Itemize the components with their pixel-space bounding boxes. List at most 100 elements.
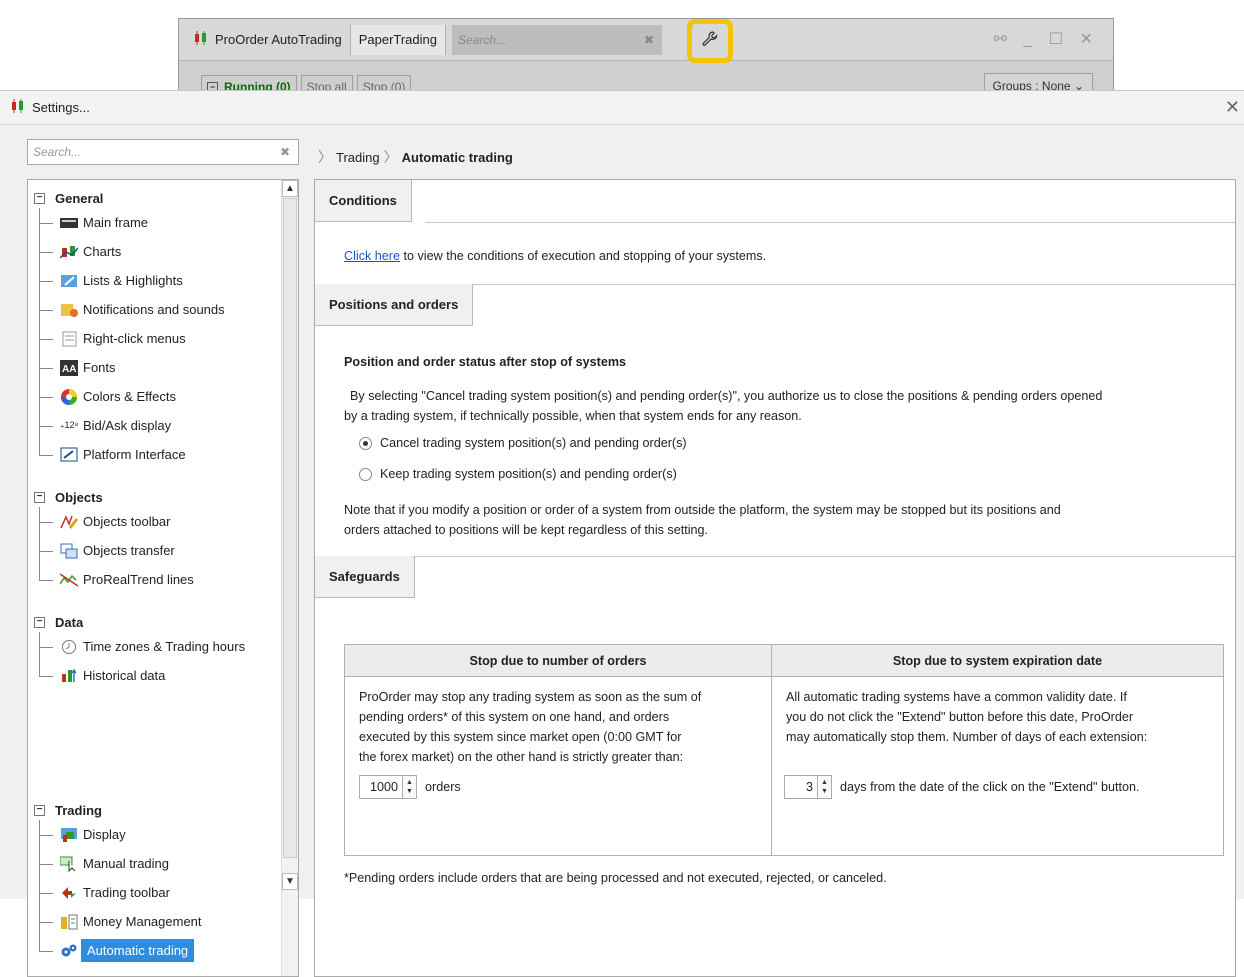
chevron-right-icon: 〉 xyxy=(318,149,332,165)
collapse-icon[interactable]: − xyxy=(34,192,45,204)
positions-heading: Position and order status after stop of … xyxy=(344,355,627,369)
item-label: Historical data xyxy=(83,668,166,683)
sidebar-item-colors[interactable]: Colors & Effects xyxy=(34,382,225,411)
click-here-link[interactable]: Click here xyxy=(344,249,400,263)
sidebar-item-money-management[interactable]: Money Management xyxy=(34,907,202,936)
item-label: Right-click menus xyxy=(83,331,186,346)
platform-icon xyxy=(60,447,78,463)
sidebar-item-right-click[interactable]: Right-click menus xyxy=(34,324,225,353)
historical-data-icon xyxy=(60,668,78,684)
collapse-icon[interactable]: − xyxy=(34,616,45,628)
sidebar-item-bidask[interactable]: ₊12⁸ Bid/Ask display xyxy=(34,411,225,440)
sidebar-item-platform[interactable]: Platform Interface xyxy=(34,440,225,469)
stepper-arrows-icon[interactable]: ▲ ▼ xyxy=(818,775,832,799)
section-positions-tab: Positions and orders xyxy=(315,284,474,326)
candlestick-icon xyxy=(193,31,209,48)
stepper-unit: orders xyxy=(425,780,461,794)
radio-cancel-positions[interactable]: Cancel trading system position(s) and pe… xyxy=(359,436,687,450)
scroll-down-icon[interactable]: ▼ xyxy=(282,873,298,890)
item-label: Objects transfer xyxy=(83,543,175,558)
settings-title: Settings... xyxy=(32,100,90,115)
item-label: Charts xyxy=(83,244,122,259)
radio-button-unchecked[interactable] xyxy=(359,467,372,481)
item-label: Colors & Effects xyxy=(83,389,176,404)
divider xyxy=(425,222,1235,223)
tree-group-title[interactable]: − Objects xyxy=(34,487,194,507)
close-icon[interactable]: ✕ xyxy=(1225,97,1240,118)
divider xyxy=(315,556,1235,557)
safeguard-expiration-column: Stop due to system expiration date All a… xyxy=(772,645,1223,855)
window-controls[interactable]: ⚯ _ ☐ ✕ xyxy=(994,29,1099,49)
bell-icon xyxy=(60,302,78,318)
item-label: Fonts xyxy=(83,360,116,375)
scroll-up-icon[interactable]: ▲ xyxy=(282,180,298,197)
clear-icon[interactable]: ✖ xyxy=(280,145,290,159)
radio-label: Cancel trading system position(s) and pe… xyxy=(380,436,687,450)
tab-papertrading[interactable]: PaperTrading xyxy=(350,24,446,55)
days-stepper[interactable]: 3 ▲ ▼ days from the date of the click on … xyxy=(784,775,1139,799)
tree-group-title[interactable]: − General xyxy=(34,188,225,208)
item-label: ProRealTrend lines xyxy=(83,572,194,587)
scroll-thumb[interactable] xyxy=(283,198,297,858)
proorder-search-input[interactable]: Search... ✖ xyxy=(452,24,662,55)
orders-value-field[interactable]: 1000 xyxy=(359,775,403,799)
color-wheel-icon xyxy=(60,388,78,405)
clock-icon xyxy=(60,639,78,655)
sidebar-item-objects-toolbar[interactable]: Objects toolbar xyxy=(34,507,194,536)
settings-search-input[interactable]: Search... ✖ xyxy=(27,139,299,165)
chevron-right-icon: 〉 xyxy=(383,149,398,165)
stepper-arrows-icon[interactable]: ▲ ▼ xyxy=(403,775,417,799)
radio-keep-positions[interactable]: Keep trading system position(s) and pend… xyxy=(359,467,677,481)
item-label: Automatic trading xyxy=(81,939,195,962)
clear-icon[interactable]: ✖ xyxy=(644,33,654,47)
tab-proorder-autotrading[interactable]: ProOrder AutoTrading xyxy=(185,24,351,55)
sidebar-item-timezones[interactable]: Time zones & Trading hours xyxy=(34,632,245,661)
radio-button-checked[interactable] xyxy=(359,436,372,450)
sidebar-item-fonts[interactable]: AA Fonts xyxy=(34,353,225,382)
trendline-icon xyxy=(60,572,78,588)
orders-stepper[interactable]: 1000 ▲ ▼ orders xyxy=(359,775,461,799)
breadcrumb: 〉 Trading 〉 Automatic trading xyxy=(314,147,513,167)
tree-group-trading: − Trading Display Manual trading Trading … xyxy=(34,800,202,965)
text-line: pending orders* of this system on one ha… xyxy=(359,710,670,724)
tree-group-title[interactable]: − Trading xyxy=(34,800,202,820)
sidebar-item-trading-toolbar[interactable]: Trading toolbar xyxy=(34,878,202,907)
proorder-titlebar: ProOrder AutoTrading PaperTrading Search… xyxy=(179,19,1113,61)
sidebar-item-historical[interactable]: Historical data xyxy=(34,661,245,690)
sidebar-item-prorealtrend[interactable]: ProRealTrend lines xyxy=(34,565,194,594)
section-conditions-tab: Conditions xyxy=(315,180,412,222)
sidebar-item-notifications[interactable]: Notifications and sounds xyxy=(34,295,225,324)
breadcrumb-trading[interactable]: Trading xyxy=(336,150,380,165)
days-value-field[interactable]: 3 xyxy=(784,775,818,799)
group-label: General xyxy=(55,190,104,206)
column-text: All automatic trading systems have a com… xyxy=(786,687,1211,747)
settings-titlebar: Settings... ✕ xyxy=(0,91,1244,125)
collapse-icon[interactable]: − xyxy=(34,491,45,503)
sidebar-item-main-frame[interactable]: Main frame xyxy=(34,208,225,237)
svg-text:AA: AA xyxy=(62,364,76,375)
tree-group-title[interactable]: − Data xyxy=(34,612,245,632)
positions-paragraph-1: By selecting "Cancel trading system posi… xyxy=(350,389,1103,403)
collapse-icon[interactable]: − xyxy=(34,804,45,816)
sidebar-item-charts[interactable]: Charts xyxy=(34,237,225,266)
sidebar-item-objects-transfer[interactable]: Objects transfer xyxy=(34,536,194,565)
text-line: the forex market) on the other hand is s… xyxy=(359,750,684,764)
sidebar-item-automatic-trading[interactable]: Automatic trading xyxy=(34,936,202,965)
sidebar-item-manual-trading[interactable]: Manual trading xyxy=(34,849,202,878)
tree-scrollbar[interactable]: ▲ ▼ xyxy=(281,180,298,976)
column-text: ProOrder may stop any trading system as … xyxy=(359,687,759,767)
list-icon xyxy=(60,273,78,289)
conditions-description: to view the conditions of execution and … xyxy=(400,249,767,263)
monitor-icon xyxy=(60,215,78,231)
text-line: may automatically stop them. Number of d… xyxy=(786,730,1148,744)
item-label: Display xyxy=(83,827,126,842)
sidebar-item-display[interactable]: Display xyxy=(34,820,202,849)
tab-label: ProOrder AutoTrading xyxy=(215,32,342,47)
settings-wrench-button[interactable] xyxy=(687,19,733,63)
sidebar-item-lists[interactable]: Lists & Highlights xyxy=(34,266,225,295)
section-safeguards-tab: Safeguards xyxy=(315,556,415,598)
gears-icon xyxy=(60,943,78,959)
section-title: Positions and orders xyxy=(329,297,459,312)
item-label: Bid/Ask display xyxy=(83,418,172,433)
settings-tree: ▲ ▼ − General Main frame Charts Lists & H… xyxy=(27,179,299,977)
